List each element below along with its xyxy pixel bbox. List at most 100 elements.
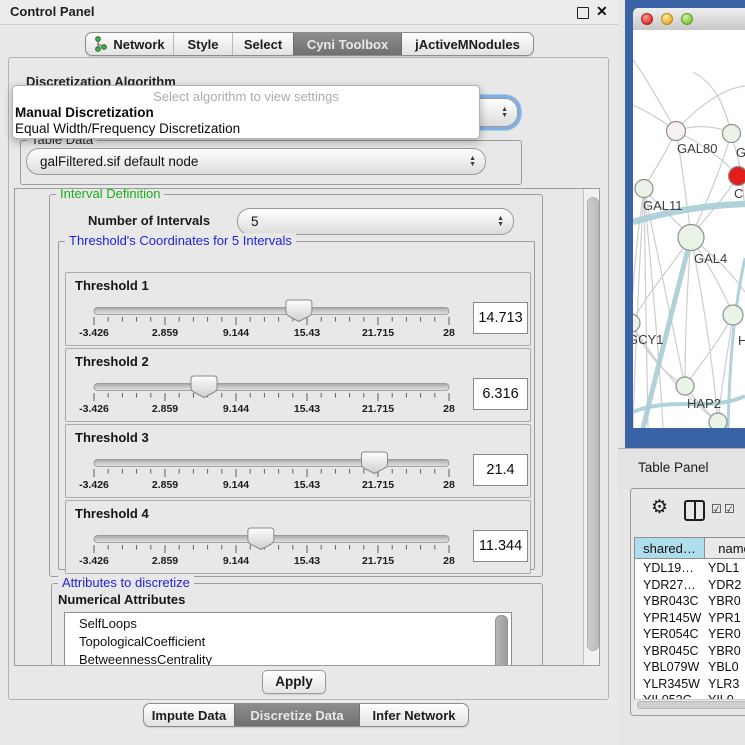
table-panel-title: Table Panel xyxy=(638,460,709,475)
threshold-slider[interactable]: -3.4262.8599.14415.4321.71528 xyxy=(66,349,466,421)
control-panel-titlebar: Control Panel ✕ xyxy=(0,0,618,25)
tick-label: 28 xyxy=(443,327,455,339)
tick-label: 15.43 xyxy=(294,555,320,567)
threshold-value-field[interactable]: 21.4 xyxy=(473,454,528,486)
number-of-intervals-combobox[interactable]: 5 ▲▼ xyxy=(237,208,514,235)
network-node-gal80[interactable] xyxy=(667,122,686,141)
network-node-hap2[interactable] xyxy=(676,377,694,395)
tick-label: 21.715 xyxy=(362,555,394,567)
tab-impute-data[interactable]: Impute Data xyxy=(144,704,234,726)
table-row[interactable]: YDL19…YDL1 xyxy=(635,561,745,578)
popup-option-manual-discretization[interactable]: Manual Discretization xyxy=(13,105,479,122)
apply-button[interactable]: Apply xyxy=(262,670,326,694)
checkbox-icon[interactable]: ☑ xyxy=(711,502,722,516)
tick-label: 2.859 xyxy=(152,403,178,415)
network-node-h[interactable] xyxy=(723,305,743,325)
tab-cyni-toolbox[interactable]: Cyni Toolbox xyxy=(293,33,401,55)
tab-select[interactable]: Select xyxy=(232,33,293,55)
network-node-c[interactable] xyxy=(729,167,745,186)
scrollbar-thumb[interactable] xyxy=(637,701,745,709)
interval-definition-legend: Interval Definition xyxy=(56,188,164,201)
zoom-traffic-light-icon[interactable] xyxy=(681,13,693,25)
settings-scroll-panel: Interval Definition Number of Intervals … xyxy=(14,188,600,666)
table-column-header[interactable]: name xyxy=(705,538,745,559)
cell-shared-name: YPR145W xyxy=(643,611,701,625)
table-data-combobox[interactable]: galFiltered.sif default node ▲▼ xyxy=(26,148,486,175)
tab-style[interactable]: Style xyxy=(173,33,232,55)
network-edge[interactable] xyxy=(676,86,745,131)
right-column: GAL80GACGAL11GAL4GCY1HHAP2 Table Panel ⚙… xyxy=(618,0,745,745)
network-node[interactable] xyxy=(709,413,727,428)
tab-infer-network[interactable]: Infer Network xyxy=(359,704,468,726)
tick-label: 15.43 xyxy=(294,403,320,415)
float-window-icon[interactable] xyxy=(577,7,589,19)
network-view-window[interactable]: GAL80GACGAL11GAL4GCY1HHAP2 xyxy=(625,0,745,455)
checkbox-icon[interactable]: ☑ xyxy=(724,502,735,516)
network-node-gcy1[interactable] xyxy=(633,314,640,332)
control-panel: Control Panel ✕ NetworkStyleSelectCyni T… xyxy=(0,0,618,745)
tick-label: 21.715 xyxy=(362,403,394,415)
tick-label: -3.426 xyxy=(79,327,109,339)
network-node-label: H xyxy=(738,333,745,348)
threshold-value-field[interactable]: 6.316 xyxy=(473,378,528,410)
tick-label: -3.426 xyxy=(79,403,109,415)
network-edge[interactable] xyxy=(693,72,731,134)
cell-name: YER0 xyxy=(708,627,741,641)
threshold-value-field[interactable]: 11.344 xyxy=(473,530,528,562)
network-node-ga[interactable] xyxy=(723,125,741,143)
node-attribute-table[interactable]: shared…name YDL19…YDL1YDR27…YDR2YBR043CYB… xyxy=(634,537,745,701)
numerical-attributes-list[interactable]: SelfLoopsTopologicalCoefficientBetweenne… xyxy=(64,612,512,666)
attributes-list-scrollbar[interactable] xyxy=(495,615,508,666)
tab-jactivemnodules[interactable]: jActiveMNodules xyxy=(401,33,533,55)
tick-label: 2.859 xyxy=(152,479,178,491)
table-row[interactable]: YBR043CYBR0 xyxy=(635,594,745,611)
close-icon[interactable]: ✕ xyxy=(596,3,608,20)
table-column-header[interactable]: shared… xyxy=(635,538,705,559)
network-node-gal4[interactable] xyxy=(678,225,704,251)
slider-thumb[interactable] xyxy=(191,376,217,398)
slider-thumb[interactable] xyxy=(361,452,387,474)
close-traffic-light-icon[interactable] xyxy=(641,13,653,25)
cell-name: YBL0 xyxy=(708,660,739,674)
threshold-3-box: Threshold 3-3.4262.8599.14415.4321.71528… xyxy=(65,424,531,498)
threshold-slider[interactable]: -3.4262.8599.14415.4321.71528 xyxy=(66,501,466,573)
cell-shared-name: YLR345W xyxy=(643,677,700,691)
slider-thumb[interactable] xyxy=(248,528,274,550)
table-row[interactable]: YLR345WYLR3 xyxy=(635,677,745,694)
network-canvas[interactable]: GAL80GACGAL11GAL4GCY1HHAP2 xyxy=(633,30,745,428)
threshold-slider[interactable]: -3.4262.8599.14415.4321.71528 xyxy=(66,273,466,345)
gear-icon[interactable]: ⚙ xyxy=(651,496,668,519)
table-data-value: galFiltered.sif default node xyxy=(27,154,198,169)
table-row[interactable]: YBL079WYBL0 xyxy=(635,660,745,677)
network-edge[interactable] xyxy=(685,315,733,386)
tab-network[interactable]: Network xyxy=(86,33,173,55)
network-node-label: GA xyxy=(736,145,745,160)
network-node-gal11[interactable] xyxy=(635,180,653,198)
table-row[interactable]: YER054CYER0 xyxy=(635,627,745,644)
popup-prompt-item[interactable]: Select algorithm to view settings xyxy=(13,89,479,105)
threshold-slider[interactable]: -3.4262.8599.14415.4321.71528 xyxy=(66,425,466,497)
network-edge[interactable] xyxy=(633,60,676,131)
network-window-titlebar[interactable] xyxy=(633,8,745,31)
settings-vertical-scrollbar[interactable] xyxy=(583,189,600,665)
attribute-list-item[interactable]: TopologicalCoefficient xyxy=(65,633,511,651)
table-horizontal-scrollbar[interactable] xyxy=(634,699,745,709)
popup-option-equal-width[interactable]: Equal Width/Frequency Discretization xyxy=(13,121,479,138)
attribute-list-item[interactable]: SelfLoops xyxy=(65,615,511,633)
network-node-label: HAP2 xyxy=(687,396,721,411)
threshold-2-box: Threshold 2-3.4262.8599.14415.4321.71528… xyxy=(65,348,531,422)
scrollbar-thumb[interactable] xyxy=(587,197,599,651)
split-columns-icon[interactable] xyxy=(684,500,705,521)
tick-label: 2.859 xyxy=(152,555,178,567)
slider-thumb[interactable] xyxy=(286,300,312,322)
network-node-label: C xyxy=(734,186,743,201)
threshold-value-field[interactable]: 14.713 xyxy=(473,302,528,334)
minimize-traffic-light-icon[interactable] xyxy=(661,13,673,25)
top-tab-bar: NetworkStyleSelectCyni ToolboxjActiveMNo… xyxy=(85,32,534,56)
table-row[interactable]: YDR27…YDR2 xyxy=(635,578,745,595)
attribute-list-item[interactable]: BetweennessCentrality xyxy=(65,651,511,666)
table-row[interactable]: YBR045CYBR0 xyxy=(635,644,745,661)
tab-discretize-data[interactable]: Discretize Data xyxy=(234,704,359,726)
table-row[interactable]: YPR145WYPR1 xyxy=(635,611,745,628)
tick-label: 15.43 xyxy=(294,327,320,339)
